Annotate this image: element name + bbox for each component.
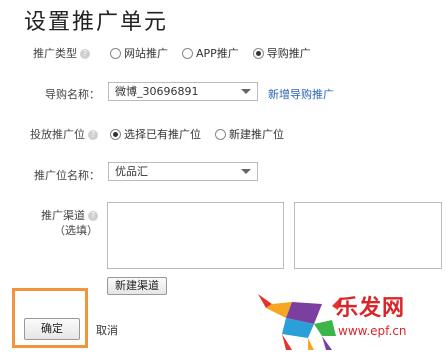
promo-type-radio-group: 网站推广 APP推广 导购推广	[110, 45, 325, 61]
radio-dot[interactable]	[182, 47, 193, 59]
radio-dot[interactable]	[110, 47, 121, 59]
placement-radio-group: 选择已有推广位 新建推广位	[110, 126, 298, 142]
radio-existing-placement[interactable]: 选择已有推广位	[110, 126, 201, 142]
guide-name-label: 导购名称：	[45, 88, 100, 101]
channel-label: 推广渠道?	[8, 207, 98, 223]
cancel-link[interactable]: 取消	[96, 322, 118, 338]
radio-label: APP推广	[196, 47, 239, 60]
placement-label-text: 投放推广位	[30, 128, 85, 141]
page-title: 设置推广单元	[24, 10, 169, 35]
guide-name-select[interactable]: 微博_30696891	[108, 82, 258, 101]
radio-shopping-guide-promo[interactable]: 导购推广	[252, 45, 311, 61]
chevron-down-icon	[241, 169, 251, 174]
placement-name-select[interactable]: 优品汇	[108, 162, 258, 181]
radio-dot-checked[interactable]	[252, 47, 264, 59]
radio-app-promo[interactable]: APP推广	[182, 45, 239, 61]
bull-logo-icon	[258, 294, 340, 350]
radio-label: 网站推广	[124, 47, 168, 60]
new-channel-button[interactable]: 新建渠道	[107, 277, 167, 295]
radio-dot[interactable]	[215, 128, 226, 140]
radio-label: 导购推广	[266, 47, 311, 60]
confirm-button[interactable]: 确定	[24, 318, 80, 340]
radio-dot-checked[interactable]	[110, 128, 121, 140]
channel-label-text: 推广渠道	[41, 209, 85, 222]
new-guide-link[interactable]: 新增导购推广	[268, 86, 334, 102]
watermark-logo-text: 乐发网	[336, 295, 406, 321]
chevron-down-icon	[241, 89, 251, 94]
watermark-url: www.epf.cn	[338, 324, 407, 338]
radio-label: 选择已有推广位	[124, 128, 201, 141]
channel-optional-label: （选填）	[54, 224, 98, 237]
promo-type-label-text: 推广类型	[33, 47, 77, 60]
radio-new-placement[interactable]: 新建推广位	[215, 126, 284, 142]
help-icon[interactable]: ?	[88, 130, 98, 140]
watermark: 乐发网 www.epf.cn	[252, 284, 446, 356]
help-icon[interactable]: ?	[80, 49, 90, 59]
guide-name-value: 微博_30696891	[115, 85, 199, 98]
placement-name-label: 推广位名称：	[34, 169, 100, 182]
radio-website-promo[interactable]: 网站推广	[110, 45, 168, 61]
placement-name-value: 优品汇	[115, 165, 148, 178]
channel-list-selected[interactable]	[294, 202, 442, 269]
help-icon[interactable]: ?	[88, 211, 98, 221]
radio-label: 新建推广位	[229, 128, 284, 141]
placement-label: 投放推广位?	[8, 126, 98, 142]
channel-list-available[interactable]	[107, 202, 284, 269]
promo-type-label: 推广类型?	[0, 45, 90, 61]
